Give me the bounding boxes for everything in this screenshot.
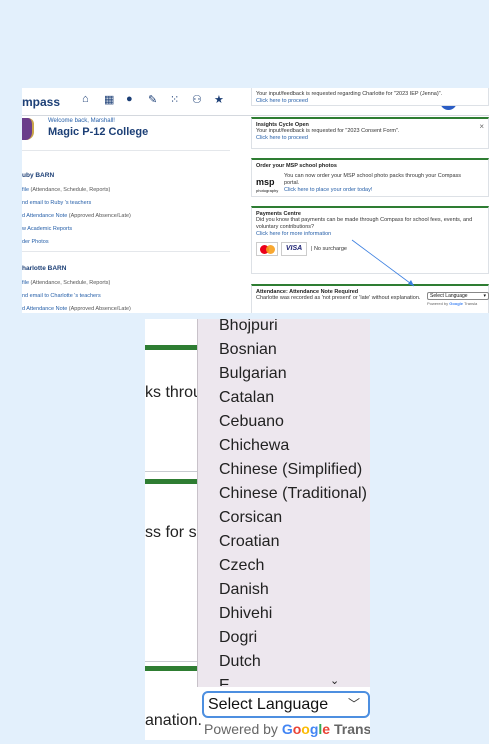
link-label[interactable]: file (22, 280, 29, 286)
surcharge-text: | No surcharge (311, 246, 347, 253)
school-crest (22, 118, 34, 140)
divider (145, 661, 205, 662)
language-option[interactable]: Cebuano (219, 413, 284, 431)
chevron-down-icon: ▾ (483, 293, 486, 299)
home-icon[interactable]: ⌂ (82, 93, 89, 105)
link-sub: (Approved Absence/Late) (67, 213, 131, 219)
chevron-down-icon: ﹀ (347, 697, 360, 711)
language-option[interactable]: Corsican (219, 509, 282, 527)
attendance-note-link[interactable]: d Attendance Note (Approved Absence/Late… (22, 213, 131, 219)
google-logo: Google (449, 301, 464, 306)
card-text: Did you know that payments can be made t… (256, 217, 473, 230)
divider (145, 471, 205, 472)
calendar-icon[interactable]: ▦ (104, 93, 114, 106)
page-text-fragment: anation. (145, 712, 202, 729)
powered-by-google: Powered by Google Translate (204, 721, 370, 737)
link-label[interactable]: d Attendance Note (22, 213, 67, 219)
msp-logo-sub: photography (256, 188, 279, 193)
compass-logo[interactable]: mpass (22, 95, 60, 109)
star-icon[interactable]: ★ (214, 93, 224, 106)
language-option[interactable]: Bosnian (219, 341, 277, 359)
link-label[interactable]: w Academic Reports (22, 226, 72, 232)
iep-feedback-card: Your input/feedback is requested regardi… (251, 88, 489, 106)
card-text: Your input/feedback is requested regardi… (256, 91, 443, 97)
school-name: Magic P-12 College (48, 126, 149, 138)
payment-logos: VISA | No surcharge (256, 241, 484, 259)
insights-card: Insights Cycle Open Your input/feedback … (251, 117, 489, 149)
scroll-down-icon[interactable]: ⌄ (330, 674, 339, 687)
language-option[interactable]: Chichewa (219, 437, 289, 455)
card-link[interactable]: Click here for more information (256, 231, 484, 238)
translate-word: Translate (333, 721, 370, 737)
divider (22, 150, 230, 151)
link-label[interactable]: nd email to Charlotte 's teachers (22, 293, 101, 299)
compass-dashboard-screenshot: mpass ⌂ ▦ ● ✎ ⁙ ⚇ ★ MB ⚙ Welcome back, M… (22, 88, 489, 313)
close-icon[interactable]: × (479, 122, 484, 131)
language-option[interactable]: Dutch (219, 653, 261, 671)
language-option[interactable]: Bhojpuri (219, 319, 278, 335)
language-option[interactable]: Dogri (219, 629, 257, 647)
link-label[interactable]: der Photos (22, 239, 49, 245)
payments-card: Payments Centre Did you know that paymen… (251, 206, 489, 274)
divider (22, 251, 230, 252)
language-option[interactable]: Czech (219, 557, 264, 575)
pencil-icon[interactable]: ✎ (148, 93, 157, 106)
msp-photos-card: Order your MSP school photos msp photogr… (251, 158, 489, 197)
powered-prefix: Powered by (427, 301, 450, 306)
card-link[interactable]: Click here to proceed (256, 98, 484, 105)
card-title: Order your MSP school photos (256, 163, 337, 169)
page-text-fragment: ss for sc (145, 524, 205, 541)
zoomed-language-dropdown: ks throug ss for sc anation. Bhojpuri Bo… (145, 319, 370, 740)
google-logo: Google (281, 721, 331, 737)
card-accent (145, 666, 205, 671)
link-label[interactable]: file (22, 187, 29, 193)
powered-by-google-small: Powered by Google Transla (427, 301, 477, 306)
msp-text: You can now order your MSP school photo … (284, 173, 462, 186)
language-option[interactable]: Catalan (219, 389, 274, 407)
grid-icon[interactable]: ⁙ (170, 93, 179, 106)
card-accent (145, 345, 205, 350)
language-option[interactable]: Danish (219, 581, 269, 599)
attendance-note-link[interactable]: d Attendance Note (Approved Absence/Late… (22, 306, 131, 312)
translate-word: Transla (464, 301, 478, 306)
language-option[interactable]: Dhivehi (219, 605, 272, 623)
msp-logo: msp (256, 177, 275, 187)
powered-prefix: Powered by (204, 721, 282, 737)
mastercard-icon (256, 242, 278, 257)
link-label[interactable]: nd email to Ruby 's teachers (22, 200, 91, 206)
children-panel: uby BARN file (Attendance, Schedule, Rep… (22, 146, 230, 313)
card-link[interactable]: Click here to place your order today! (284, 187, 372, 193)
card-text: You can now order your MSP school photo … (284, 173, 474, 194)
welcome-text: Welcome back, Marshall! (48, 118, 115, 124)
language-select[interactable]: Select Language ﹀ (202, 691, 370, 718)
language-options-list[interactable]: Bhojpuri Bosnian Bulgarian Catalan Cebua… (197, 319, 370, 687)
visa-icon: VISA (281, 242, 307, 257)
select-label: Select Language (430, 293, 468, 299)
language-option[interactable]: Bulgarian (219, 365, 287, 383)
language-select-small[interactable]: Select Language ▾ (427, 292, 489, 300)
link-sub: (Attendance, Schedule, Reports) (29, 280, 111, 286)
child-name: harlotte BARN (22, 265, 67, 272)
link-sub: (Attendance, Schedule, Reports) (29, 187, 111, 193)
people-icon[interactable]: ⚇ (192, 93, 202, 106)
order-photos-link[interactable]: der Photos (22, 239, 49, 245)
card-link[interactable]: Click here to proceed (256, 135, 484, 142)
academic-reports-link[interactable]: w Academic Reports (22, 226, 72, 232)
child-name: uby BARN (22, 172, 55, 179)
language-option[interactable]: E (219, 677, 230, 686)
language-option[interactable]: Chinese (Traditional) (219, 485, 367, 503)
card-accent (145, 479, 205, 484)
select-label: Select Language (208, 696, 329, 713)
card-text: Charlotte was recorded as 'not present' … (256, 295, 421, 301)
email-teachers-link[interactable]: nd email to Ruby 's teachers (22, 200, 91, 206)
chat-icon[interactable]: ● (126, 93, 133, 105)
link-sub: (Approved Absence/Late) (67, 306, 131, 312)
email-teachers-link[interactable]: nd email to Charlotte 's teachers (22, 293, 101, 299)
language-option[interactable]: Chinese (Simplified) (219, 461, 362, 479)
link-label[interactable]: d Attendance Note (22, 306, 67, 312)
language-option[interactable]: Croatian (219, 533, 279, 551)
child-profile-link[interactable]: file (Attendance, Schedule, Reports) (22, 280, 110, 286)
child-profile-link[interactable]: file (Attendance, Schedule, Reports) (22, 187, 110, 193)
card-text: Your input/feedback is requested for "20… (256, 128, 400, 134)
